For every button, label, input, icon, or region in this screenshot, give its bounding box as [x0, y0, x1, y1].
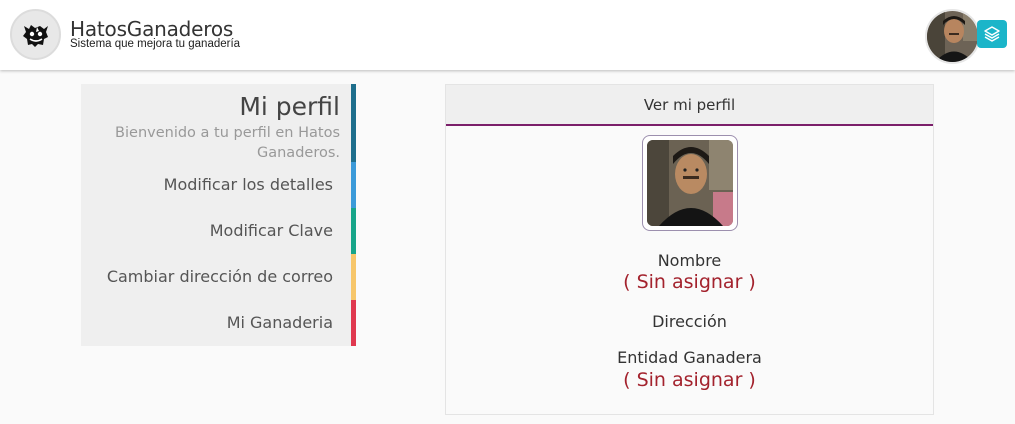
field-label-address: Dirección — [652, 312, 727, 331]
menu-header: Mi perfil Bienvenido a tu perfil en Hato… — [81, 84, 356, 162]
menu-welcome-text: Bienvenido a tu perfil en Hatos Ganadero… — [115, 125, 340, 161]
menu-title: Mi perfil — [239, 92, 340, 121]
cow-icon — [22, 24, 48, 47]
profile-side-menu: Mi perfil Bienvenido a tu perfil en Hato… — [81, 84, 356, 346]
field-value-name: ( Sin asignar ) — [623, 271, 756, 293]
user-avatar[interactable] — [925, 9, 980, 64]
panel-title: Ver mi perfil — [446, 85, 933, 126]
profile-photo-image — [647, 140, 733, 226]
brand-logo[interactable] — [10, 9, 61, 60]
brand-subtitle: Sistema que mejora tu ganadería — [70, 38, 241, 50]
layers-icon — [984, 26, 1000, 42]
layers-button[interactable] — [977, 20, 1007, 48]
menu-item-modify-details[interactable]: Modificar los detalles — [81, 162, 356, 208]
menu-item-modify-password[interactable]: Modificar Clave — [81, 208, 356, 254]
field-label-name: Nombre — [657, 251, 722, 270]
profile-panel: Ver mi perfil Nombre ( Sin asignar ) Dir… — [445, 84, 934, 415]
profile-photo — [642, 135, 738, 231]
top-header: HatosGanaderos Sistema que mejora tu gan… — [0, 0, 1015, 70]
field-value-livestock-entity: ( Sin asignar ) — [623, 369, 756, 391]
field-label-livestock-entity: Entidad Ganadera — [617, 348, 762, 367]
menu-item-my-ranch[interactable]: Mi Ganaderia — [81, 300, 356, 346]
menu-item-change-email[interactable]: Cambiar dirección de correo — [81, 254, 356, 300]
user-avatar-photo — [927, 11, 978, 62]
